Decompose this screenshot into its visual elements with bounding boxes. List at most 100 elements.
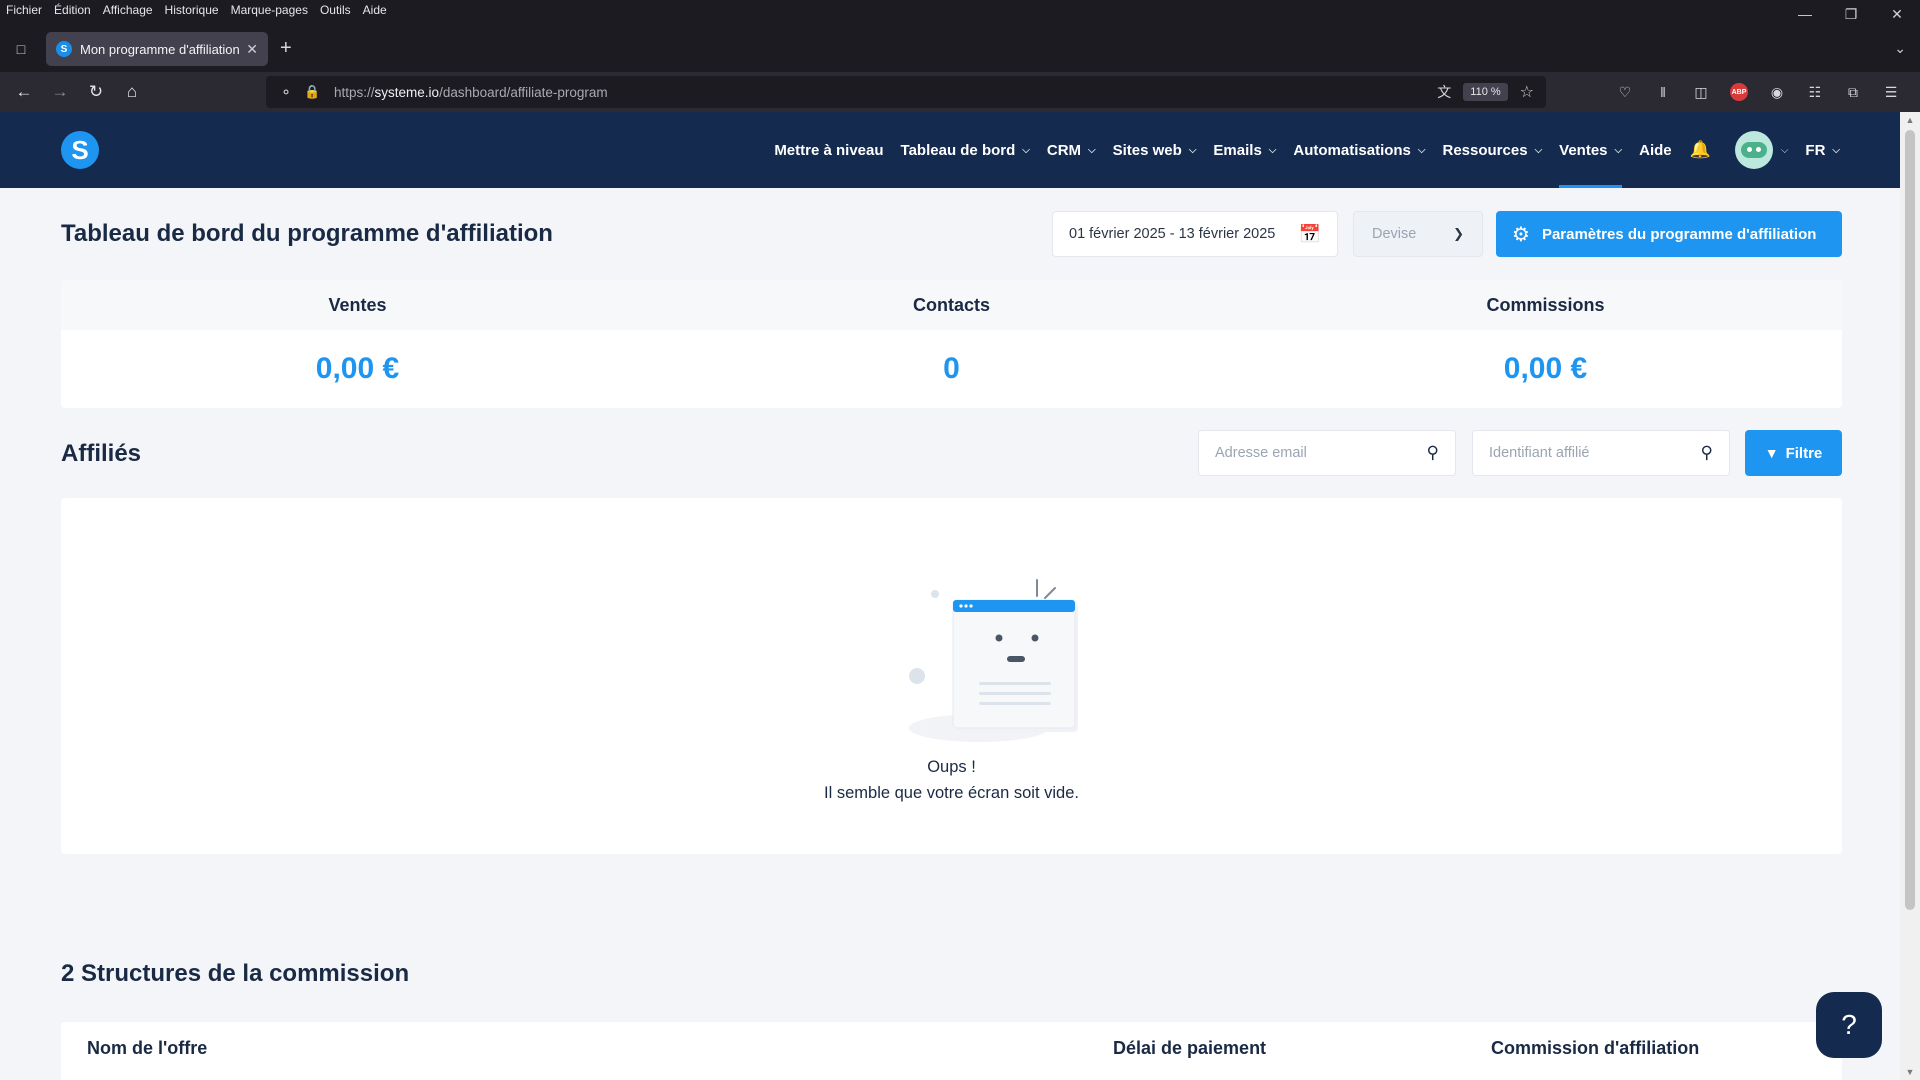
date-range-picker[interactable]: 01 février 2025 - 13 février 2025 📅 bbox=[1052, 211, 1338, 257]
column-payment-delay: Délai de paiement bbox=[1113, 1038, 1267, 1058]
scrollbar-thumb[interactable] bbox=[1905, 130, 1915, 910]
email-search-input[interactable] bbox=[1215, 445, 1427, 461]
nav-dashboard[interactable]: Tableau de bord ⌵ bbox=[901, 112, 1030, 188]
scroll-up-arrow-icon[interactable]: ▲ bbox=[1900, 115, 1920, 125]
stat-contacts: Contacts 0 bbox=[655, 280, 1248, 408]
stat-value: 0 bbox=[943, 352, 960, 385]
account-icon[interactable]: ◉ bbox=[1758, 80, 1796, 104]
browser-menubar: Fichier Édition Affichage Historique Mar… bbox=[0, 0, 1920, 20]
menu-tools[interactable]: Outils bbox=[320, 3, 351, 17]
menu-view[interactable]: Affichage bbox=[103, 3, 153, 17]
nav-automations[interactable]: Automatisations ⌵ bbox=[1293, 112, 1425, 188]
extensions-icon[interactable]: ⧉ bbox=[1834, 80, 1872, 104]
chevron-down-icon: ❯ bbox=[1453, 226, 1464, 241]
menu-bookmarks[interactable]: Marque-pages bbox=[231, 3, 308, 17]
search-icon[interactable]: ⚲ bbox=[1427, 443, 1439, 463]
user-avatar[interactable] bbox=[1734, 131, 1773, 169]
empty-state-subtitle: Il semble que votre écran soit vide. bbox=[824, 784, 1079, 802]
filter-label: Filtre bbox=[1785, 444, 1823, 462]
calendar-icon: 📅 bbox=[1298, 223, 1321, 244]
menu-edit[interactable]: Édition bbox=[54, 3, 91, 17]
minimize-icon[interactable]: — bbox=[1782, 0, 1828, 28]
email-search-field[interactable]: ⚲ bbox=[1198, 430, 1456, 476]
empty-state-card: Oups ! Il semble que votre écran soit vi… bbox=[61, 498, 1842, 854]
page-title: Tableau de bord du programme d'affiliati… bbox=[61, 220, 553, 247]
chevron-down-icon: ⌵ bbox=[1088, 144, 1096, 156]
main-nav: Mettre à niveau Tableau de bord ⌵ CRM ⌵ Si… bbox=[757, 112, 1840, 188]
reload-icon[interactable]: ↻ bbox=[84, 80, 108, 104]
scroll-down-arrow-icon[interactable]: ▼ bbox=[1900, 1067, 1920, 1077]
menu-help[interactable]: Aide bbox=[363, 3, 387, 17]
currency-placeholder: Devise bbox=[1372, 226, 1417, 242]
filter-button[interactable]: ▼ Filtre bbox=[1745, 430, 1842, 476]
nav-crm[interactable]: CRM ⌵ bbox=[1047, 112, 1096, 188]
page-scrollbar[interactable]: ▲ ▼ bbox=[1900, 112, 1920, 1080]
chevron-down-icon: ⌵ bbox=[1417, 144, 1426, 156]
sidebar-icon[interactable]: ◫ bbox=[1682, 80, 1720, 104]
close-window-icon[interactable]: ✕ bbox=[1874, 0, 1920, 28]
browser-tab-active[interactable]: S Mon programme d'affiliation ✕ bbox=[46, 32, 268, 66]
stat-value: 0,00 € bbox=[315, 352, 400, 385]
nav-emails[interactable]: Emails ⌵ bbox=[1213, 112, 1276, 188]
nav-upgrade[interactable]: Mettre à niveau bbox=[774, 112, 883, 188]
search-icon[interactable]: ⚲ bbox=[1701, 443, 1713, 463]
address-bar[interactable]: ⚬ 🔒 https://systeme.io/dashboard/affilia… bbox=[266, 76, 1546, 108]
commission-table-header: Nom de l'offre Délai de paiement Commiss… bbox=[61, 1022, 1842, 1080]
forward-icon[interactable]: → bbox=[48, 80, 72, 104]
commission-structures-title: 2 Structures de la commission bbox=[61, 960, 410, 987]
affiliates-title: Affiliés bbox=[61, 440, 142, 467]
bookmark-star-icon[interactable]: ☆ bbox=[1520, 82, 1534, 102]
stats-card: Ventes 0,00 € Contacts 0 Commissions 0,0… bbox=[61, 280, 1842, 408]
translate-icon[interactable]: 文 bbox=[1437, 82, 1451, 102]
new-tab-icon[interactable]: + bbox=[280, 38, 292, 58]
url-text[interactable]: https://systeme.io/dashboard/affiliate-p… bbox=[334, 85, 1437, 100]
app-header: S Mettre à niveau Tableau de bord ⌵ CRM ⌵ … bbox=[0, 112, 1900, 188]
empty-screen-illustration bbox=[909, 579, 1078, 742]
tab-bar: □ S Mon programme d'affiliation ✕ + ⌄ bbox=[0, 30, 1920, 70]
nav-sales[interactable]: Ventes ⌵ bbox=[1559, 112, 1622, 188]
nav-help[interactable]: Aide bbox=[1639, 112, 1672, 188]
home-icon[interactable]: ⌂ bbox=[120, 80, 144, 104]
extension-barcode-icon[interactable]: ☷ bbox=[1796, 80, 1834, 104]
column-affiliate-commission: Commission d'affiliation bbox=[1491, 1038, 1700, 1058]
tab-title: Mon programme d'affiliation bbox=[80, 41, 240, 57]
affiliate-id-search-field[interactable]: ⚲ bbox=[1472, 430, 1730, 476]
lock-icon[interactable]: 🔒 bbox=[304, 84, 320, 100]
affiliate-settings-button[interactable]: ⚙ Paramètres du programme d'affiliation bbox=[1496, 211, 1842, 257]
menu-file[interactable]: Fichier bbox=[6, 3, 42, 17]
affiliate-settings-label: Paramètres du programme d'affiliation bbox=[1541, 225, 1817, 243]
avatar-chevron-down-icon[interactable]: ⌵ bbox=[1781, 145, 1789, 156]
menu-history[interactable]: Historique bbox=[165, 3, 219, 17]
stat-sales: Ventes 0,00 € bbox=[61, 280, 654, 408]
browser-navbar: ← → ↻ ⌂ ⚬ 🔒 https://systeme.io/dashboard… bbox=[0, 72, 1920, 112]
stat-value: 0,00 € bbox=[1503, 352, 1588, 385]
gear-icon: ⚙ bbox=[1512, 223, 1530, 246]
filter-funnel-icon: ▼ bbox=[1764, 445, 1779, 461]
help-chat-button[interactable]: ? bbox=[1816, 992, 1882, 1058]
affiliate-id-search-input[interactable] bbox=[1489, 445, 1701, 461]
language-selector[interactable]: FR ⌵ bbox=[1805, 112, 1840, 188]
tab-close-icon[interactable]: ✕ bbox=[246, 41, 258, 58]
stat-commissions: Commissions 0,00 € bbox=[1249, 280, 1842, 408]
column-offer-name: Nom de l'offre bbox=[87, 1038, 208, 1058]
chevron-down-icon: ⌵ bbox=[1268, 144, 1277, 156]
library-icon[interactable]: ‖ bbox=[1644, 80, 1682, 104]
chevron-down-icon: ⌵ bbox=[1188, 144, 1197, 156]
nav-resources[interactable]: Ressources ⌵ bbox=[1443, 112, 1543, 188]
currency-select[interactable]: Devise ❯ bbox=[1353, 211, 1483, 257]
zoom-level-badge[interactable]: 110 % bbox=[1463, 83, 1508, 101]
nav-websites[interactable]: Sites web ⌵ bbox=[1113, 112, 1197, 188]
chevron-down-icon: ⌵ bbox=[1534, 144, 1543, 156]
back-icon[interactable]: ← bbox=[12, 80, 36, 104]
systeme-logo[interactable]: S bbox=[61, 131, 99, 169]
pocket-icon[interactable]: ♡ bbox=[1606, 80, 1644, 104]
chevron-down-icon: ⌵ bbox=[1022, 144, 1030, 156]
hamburger-menu-icon[interactable]: ☰ bbox=[1872, 80, 1910, 104]
adblock-icon[interactable]: ABP bbox=[1730, 83, 1748, 101]
tracking-shield-icon[interactable]: ⚬ bbox=[276, 84, 296, 101]
tab-list-icon[interactable]: □ bbox=[10, 38, 32, 60]
stat-label: Commissions bbox=[1486, 295, 1605, 315]
restore-icon[interactable]: ❐ bbox=[1828, 0, 1874, 28]
tab-overflow-chevron-icon[interactable]: ⌄ bbox=[1894, 40, 1906, 57]
notification-bell-icon[interactable]: 🔔 bbox=[1690, 140, 1711, 160]
